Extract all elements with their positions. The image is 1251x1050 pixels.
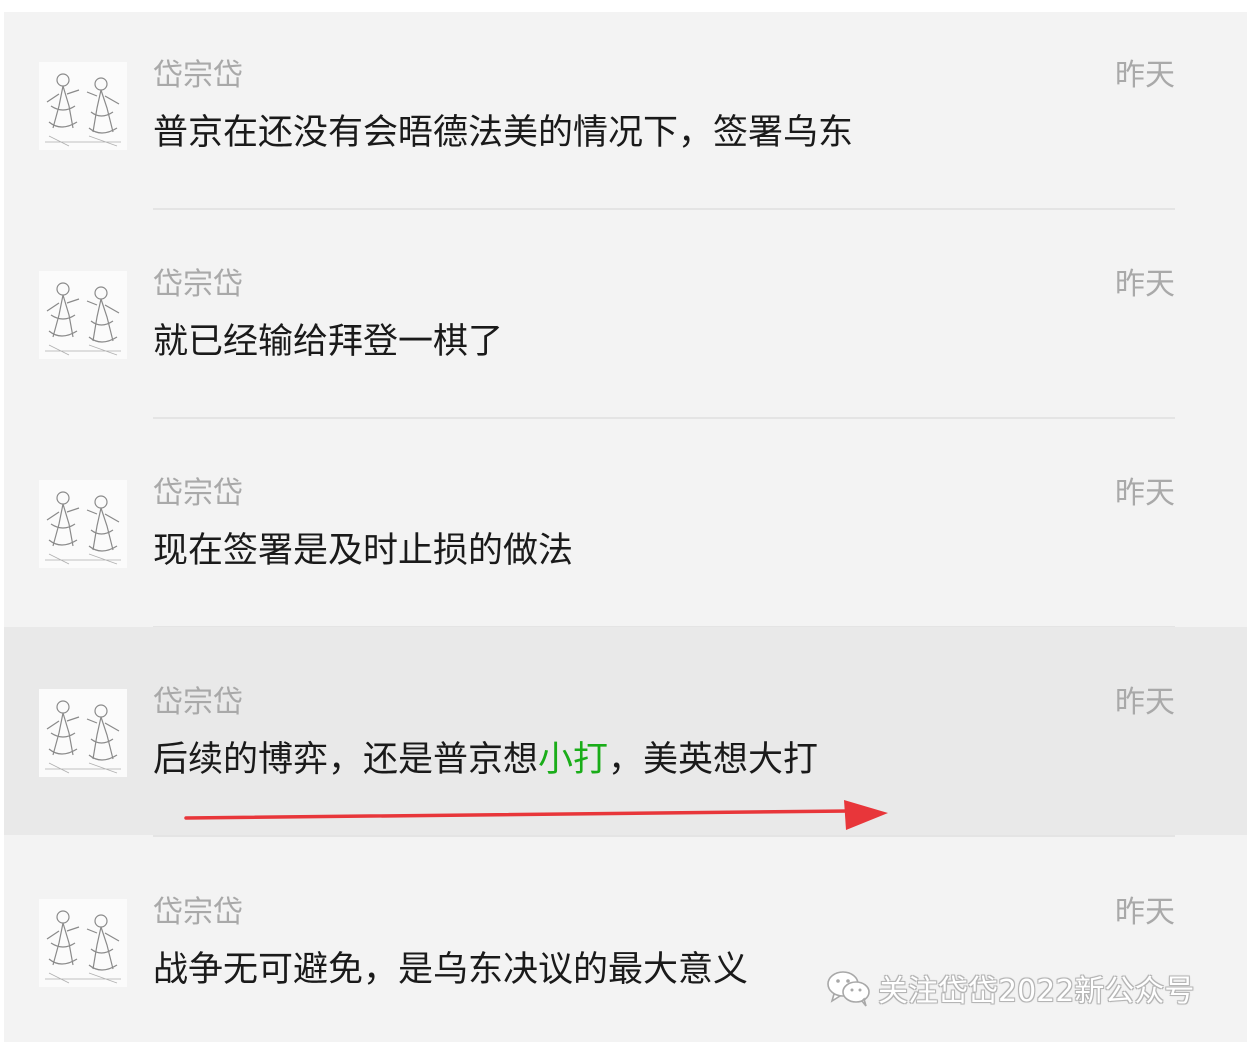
watermark: 关注岱岱2022新公众号 [826,966,1194,1010]
comment-item[interactable]: 岱宗岱 昨天 战争无可避免，是乌东决议的最大意义 [4,839,1247,1047]
sketch-figures-avatar-icon [45,73,121,147]
commenter-name: 岱宗岱 [153,685,243,720]
comment-time: 昨天 [1115,267,1175,302]
sketch-figures-avatar-icon [45,282,121,356]
divider [153,417,1175,419]
avatar[interactable] [39,271,127,359]
comment-list: 岱宗岱 昨天 普京在还没有会晤德法美的情况下，签署乌东 岱宗岱 昨天 就已经输给… [4,12,1247,1042]
sketch-figures-avatar-icon [45,910,121,984]
commenter-name: 岱宗岱 [153,895,243,930]
watermark-text: 关注岱岱2022新公众号 [878,974,1195,1009]
avatar[interactable] [39,480,127,568]
comment-text: 普京在还没有会晤德法美的情况下，签署乌东 [153,113,854,153]
commenter-name: 岱宗岱 [153,58,243,93]
comment-item[interactable]: 岱宗岱 昨天 普京在还没有会晤德法美的情况下，签署乌东 [4,12,1247,220]
comment-text: 现在签署是及时止损的做法 [153,531,574,571]
comment-text-highlight: 小打 [538,740,609,780]
avatar[interactable] [39,899,127,987]
avatar[interactable] [39,689,127,777]
commenter-name: 岱宗岱 [153,476,243,511]
comment-item[interactable]: 岱宗岱 昨天 就已经输给拜登一棋了 [4,221,1247,429]
comment-time: 昨天 [1115,685,1175,720]
comment-time: 昨天 [1115,895,1175,930]
comment-text: 后续的博弈，还是普京想小打，美英想大打 [153,739,818,781]
commenter-name: 岱宗岱 [153,267,243,302]
comment-text: 就已经输给拜登一棋了 [153,322,504,362]
divider [153,208,1175,210]
comment-text-part: 后续的博弈，还是普京想 [153,740,539,780]
comment-text-part: ，美英想大打 [608,740,819,780]
avatar[interactable] [39,62,127,150]
comment-time: 昨天 [1115,476,1175,511]
comment-item[interactable]: 岱宗岱 昨天 现在签署是及时止损的做法 [4,430,1247,638]
wechat-icon [826,968,872,1008]
comment-time: 昨天 [1115,58,1175,93]
comment-text: 战争无可避免，是乌东决议的最大意义 [153,950,749,990]
sketch-figures-avatar-icon [45,700,121,774]
red-right-arrow-icon [184,800,888,830]
sketch-figures-avatar-icon [45,491,121,565]
